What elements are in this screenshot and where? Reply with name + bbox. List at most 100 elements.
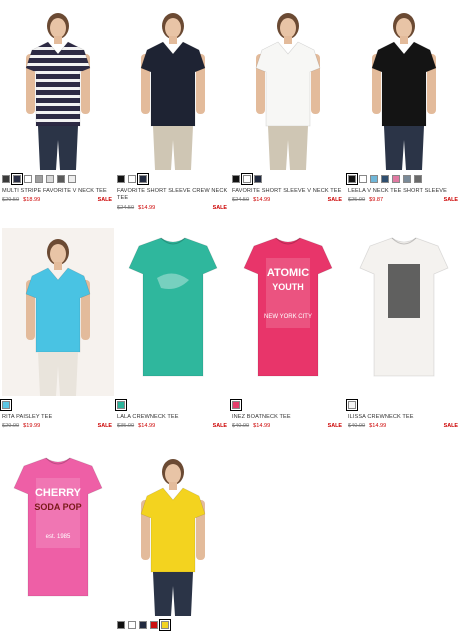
color-swatch[interactable]	[57, 175, 65, 183]
color-swatch[interactable]	[115, 399, 127, 411]
sale-price: $19.99	[23, 423, 41, 430]
color-swatch[interactable]	[381, 175, 389, 183]
color-swatches	[2, 621, 114, 630]
color-swatch[interactable]	[346, 173, 358, 185]
color-swatches	[117, 619, 229, 631]
product-grid: MULTI STRIPE FAVORITE V NECK TEE $29.50 $1…	[0, 0, 462, 640]
color-swatches	[115, 399, 229, 411]
product-name[interactable]: INEZ BOATNECK TEE	[232, 414, 344, 421]
black-v-neck-tee-image[interactable]	[348, 2, 460, 170]
color-swatch[interactable]	[159, 619, 171, 631]
color-swatch[interactable]	[414, 175, 422, 183]
sale-price: $9.87	[369, 197, 384, 204]
product-photo-graphic: CHERRY SODA POP est. 1985	[2, 448, 114, 616]
product-name[interactable]: LEELA V NECK TEE SHORT SLEEVE	[348, 188, 460, 195]
color-swatch[interactable]	[359, 175, 367, 183]
pink-cherry-soda-tee-image[interactable]: CHERRY SODA POP est. 1985	[2, 448, 114, 616]
sale-price: $14.99	[253, 197, 271, 204]
color-swatch[interactable]	[232, 175, 240, 183]
green-crewneck-tee-image[interactable]	[117, 228, 229, 396]
original-price: $35.00	[117, 423, 135, 430]
color-swatches	[232, 173, 344, 185]
color-swatch[interactable]	[46, 175, 54, 183]
price-row: $40.00 $14.99 SALE	[232, 422, 344, 430]
original-price: $24.50	[117, 204, 135, 211]
product-card[interactable]: LEELA V NECK TEE SHORT SLEEVE $25.00 $9.87…	[346, 2, 460, 204]
product-card[interactable]: ATOMIC YOUTH NEW YORK CITY INEZ BOATNECK TE…	[230, 228, 344, 430]
sale-price: $14.99	[138, 204, 156, 211]
color-swatch[interactable]	[403, 175, 411, 183]
product-card[interactable]: FAVORITE SHORT SLEEVE V NECK TEE $24.50 $1…	[232, 2, 344, 204]
product-photo-graphic	[117, 2, 229, 170]
color-swatch[interactable]	[0, 399, 12, 411]
color-swatch[interactable]	[24, 175, 32, 183]
color-swatch[interactable]	[392, 175, 400, 183]
sale-badge: SALE	[443, 197, 458, 204]
color-swatch[interactable]	[128, 621, 136, 629]
color-swatch[interactable]	[2, 175, 10, 183]
yellow-v-neck-tee-image[interactable]	[117, 448, 229, 616]
product-card[interactable]: ILISSA CREWNECK TEE $40.00 $14.99 SALE	[346, 228, 460, 430]
original-price: $40.00	[348, 423, 366, 430]
product-photo-graphic	[2, 2, 114, 170]
product-name[interactable]: MULTI STRIPE FAVORITE V NECK TEE	[2, 188, 114, 195]
color-swatches	[346, 399, 460, 411]
color-swatch[interactable]	[128, 175, 136, 183]
sale-price: $14.99	[138, 423, 156, 430]
product-card[interactable]: CHERRY SODA POP est. 1985	[2, 448, 114, 630]
sale-badge: SALE	[327, 423, 342, 430]
aqua-paisley-tee-image[interactable]	[2, 228, 114, 396]
color-swatch[interactable]	[230, 399, 242, 411]
product-photo-graphic	[348, 2, 460, 170]
product-card[interactable]: LALA CREWNECK TEE $35.00 $14.99 SALE	[115, 228, 229, 430]
svg-text:SODA POP: SODA POP	[34, 502, 81, 512]
sale-badge: SALE	[97, 423, 112, 430]
color-swatches	[2, 173, 114, 185]
color-swatches	[0, 399, 114, 411]
product-name[interactable]: LALA CREWNECK TEE	[117, 414, 229, 421]
price-row: $24.50 $14.99 SALE	[117, 204, 229, 212]
color-swatch[interactable]	[68, 175, 76, 183]
color-swatch[interactable]	[370, 175, 378, 183]
svg-text:CHERRY: CHERRY	[35, 487, 82, 499]
color-swatch[interactable]	[139, 621, 147, 629]
product-name[interactable]: FAVORITE SHORT SLEEVE V NECK TEE	[232, 188, 344, 195]
svg-text:est. 1985: est. 1985	[46, 534, 71, 540]
white-graphic-tee-image[interactable]	[348, 228, 460, 396]
color-swatch[interactable]	[150, 621, 158, 629]
color-swatches	[346, 173, 460, 185]
navy-crew-tee-image[interactable]	[117, 2, 229, 170]
color-swatches	[117, 173, 229, 185]
product-name[interactable]: RITA PAISLEY TEE	[2, 414, 114, 421]
color-swatches	[230, 399, 344, 411]
product-photo-graphic	[117, 448, 229, 616]
pink-atomic-youth-tee-image[interactable]: ATOMIC YOUTH NEW YORK CITY	[232, 228, 344, 396]
color-swatch[interactable]	[241, 173, 253, 185]
original-price: $25.00	[348, 197, 366, 204]
product-card[interactable]: RITA PAISLEY TEE $29.00 $19.99 SALE	[0, 228, 114, 430]
striped-v-neck-tee-image[interactable]	[2, 2, 114, 170]
color-swatch[interactable]	[254, 175, 262, 183]
price-row: $29.00 $19.99 SALE	[2, 422, 114, 430]
product-photo-graphic	[232, 2, 344, 170]
sale-badge: SALE	[212, 423, 227, 430]
svg-text:YOUTH: YOUTH	[272, 282, 304, 292]
color-swatch[interactable]	[11, 173, 23, 185]
original-price: $29.50	[2, 197, 20, 204]
price-row: $40.00 $14.99 SALE	[348, 422, 460, 430]
color-swatch[interactable]	[137, 173, 149, 185]
color-swatch[interactable]	[117, 621, 125, 629]
product-card[interactable]: MULTI STRIPE FAVORITE V NECK TEE $29.50 $1…	[2, 2, 114, 204]
sale-badge: SALE	[212, 204, 227, 211]
original-price: $24.50	[232, 197, 250, 204]
sale-badge: SALE	[443, 423, 458, 430]
color-swatch[interactable]	[117, 175, 125, 183]
color-swatch[interactable]	[35, 175, 43, 183]
product-name[interactable]: ILISSA CREWNECK TEE	[348, 414, 460, 421]
color-swatch[interactable]	[346, 399, 358, 411]
product-card[interactable]: FAVORITE SHORT SLEEVE CREW NECK TEE $24.5…	[117, 2, 229, 212]
product-name[interactable]: FAVORITE SHORT SLEEVE CREW NECK TEE	[117, 188, 229, 203]
price-row: $35.00 $14.99 SALE	[117, 422, 229, 430]
product-card[interactable]	[117, 448, 229, 631]
white-v-neck-tee-image[interactable]	[232, 2, 344, 170]
